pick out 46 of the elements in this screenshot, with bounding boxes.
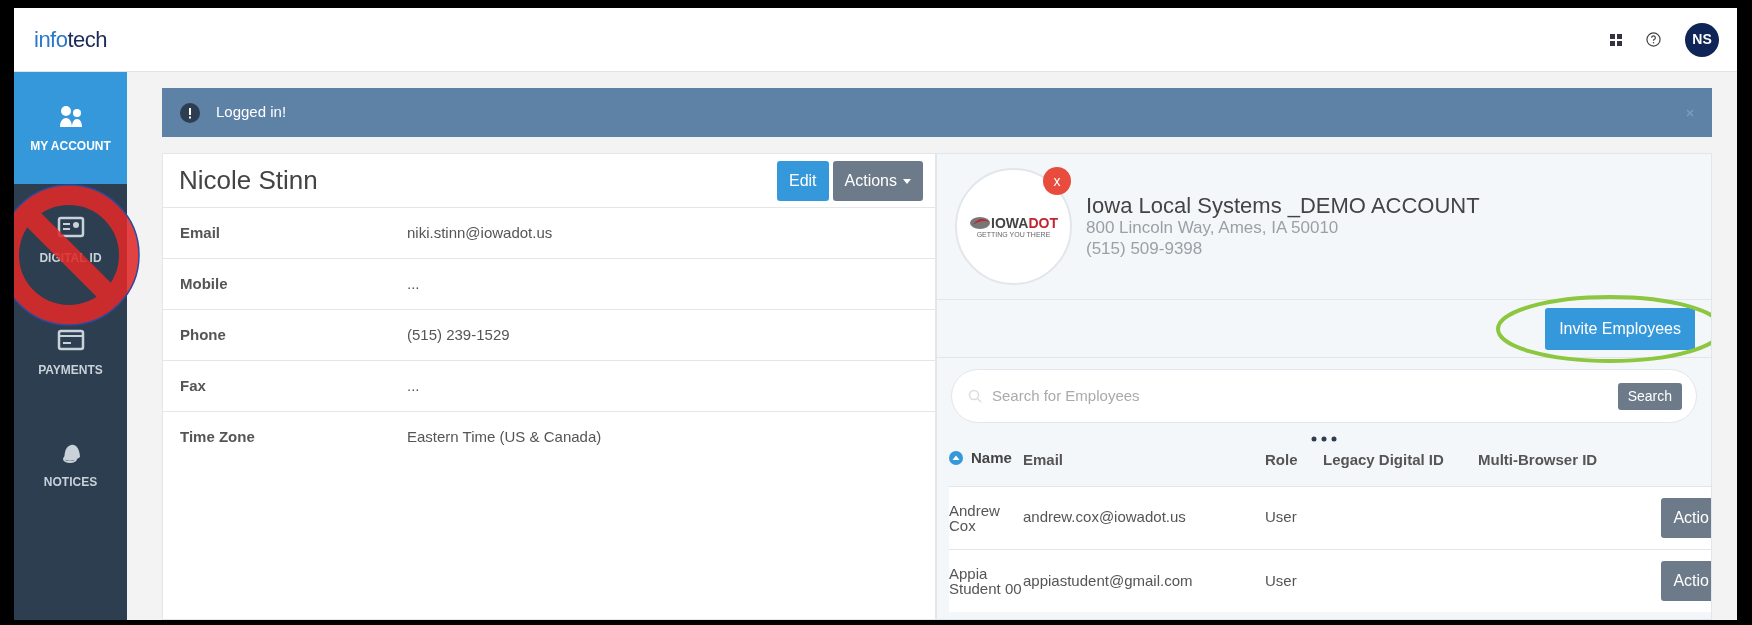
organization-phone: (515) 509-9398 xyxy=(1086,238,1204,259)
employee-search-field[interactable]: Search for Employees Search xyxy=(951,369,1697,423)
field-value: Eastern Time (US & Canada) xyxy=(407,427,602,448)
employee-name: Andrew Cox xyxy=(949,502,1001,533)
sidebar-item[interactable]: MY ACCOUNT xyxy=(14,72,127,184)
caret-icon xyxy=(903,178,911,184)
column-header[interactable]: Role xyxy=(1265,449,1298,472)
field-label: Time Zone xyxy=(180,427,256,448)
employee-name: Appia Student 00 xyxy=(949,565,1023,596)
search-icon xyxy=(968,389,982,403)
actions-dropdown-button[interactable]: Actions xyxy=(832,160,923,201)
invite-employees-button[interactable]: Invite Employees xyxy=(1545,307,1695,350)
employee-role: User xyxy=(1265,570,1298,591)
field-label: Phone xyxy=(180,324,227,345)
field-label: Fax xyxy=(180,375,207,396)
employee-role: User xyxy=(1265,507,1298,528)
alert-message: Logged in! xyxy=(216,102,287,123)
field-value: niki.stinn@iowadot.us xyxy=(407,222,553,243)
help-icon[interactable] xyxy=(1646,32,1661,47)
apps-grid-icon[interactable] xyxy=(1610,33,1622,46)
organization-address: 800 Lincoln Way, Ames, IA 50010 xyxy=(1086,218,1340,239)
field-label: Email xyxy=(180,222,222,243)
search-button[interactable]: Search xyxy=(1617,382,1682,410)
column-header[interactable]: Email xyxy=(1023,449,1064,472)
employee-email: andrew.cox@iowadot.us xyxy=(1023,507,1187,528)
sidebar-item[interactable]: PAYMENTS xyxy=(14,296,127,408)
remove-logo-button[interactable]: x xyxy=(1043,167,1071,195)
row-actions-button[interactable]: Actio xyxy=(1661,560,1711,601)
field-value: ... xyxy=(407,375,420,396)
organization-name: Iowa Local Systems _DEMO ACCOUNT xyxy=(1086,194,1480,219)
sidebar-item[interactable]: NOTICES xyxy=(14,408,127,520)
edit-button[interactable]: Edit xyxy=(776,160,829,201)
field-value: (515) 239-1529 xyxy=(407,324,510,345)
logo: infotech xyxy=(34,26,108,54)
column-header[interactable]: Name xyxy=(949,446,1012,470)
column-header[interactable]: Legacy Digital ID xyxy=(1323,449,1444,472)
swoosh-icon xyxy=(969,215,992,230)
field-label: Mobile xyxy=(180,273,229,294)
employee-email: appiastudent@gmail.com xyxy=(1023,570,1194,591)
alert-icon xyxy=(180,102,200,123)
column-header[interactable]: Multi-Browser ID xyxy=(1478,449,1598,472)
drag-handle-icon[interactable] xyxy=(1311,436,1337,442)
user-avatar[interactable]: NS xyxy=(1685,22,1719,57)
field-value: ... xyxy=(407,273,420,294)
row-actions-button[interactable]: Actio xyxy=(1661,497,1711,538)
profile-name: Nicole Stinn xyxy=(179,164,318,197)
